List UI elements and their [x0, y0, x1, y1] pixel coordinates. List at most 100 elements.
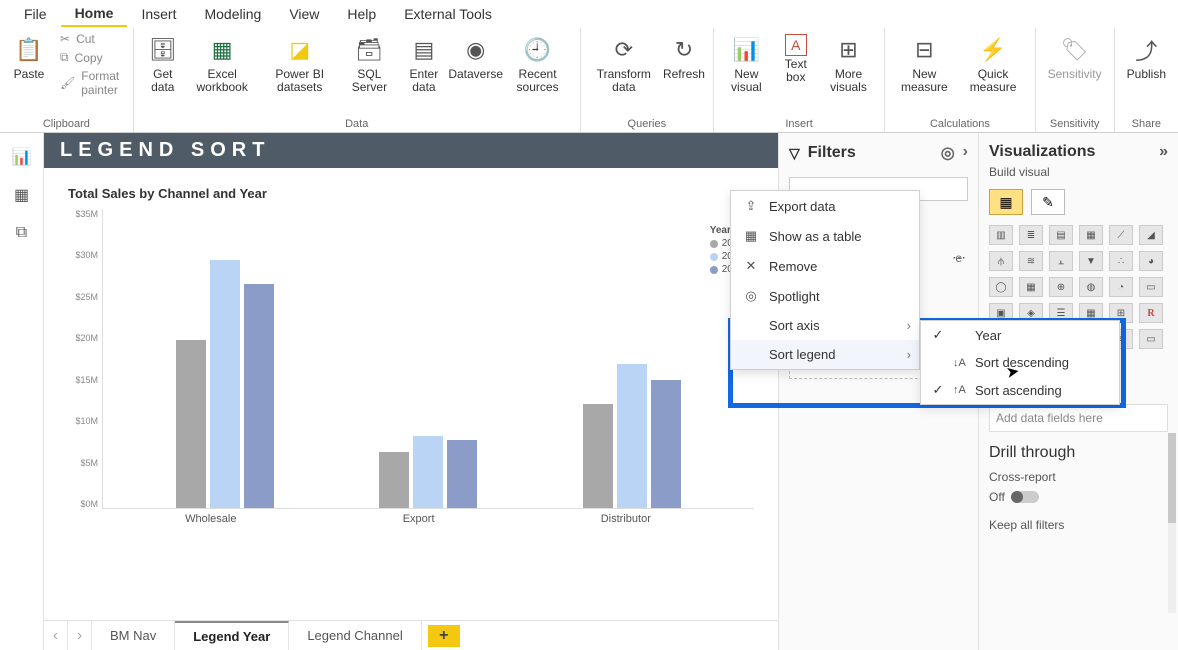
viz-r[interactable]: R: [1139, 303, 1163, 323]
bar[interactable]: [583, 404, 613, 508]
swatch-icon: [710, 240, 718, 248]
viz-clustered-col[interactable]: ▦: [1079, 225, 1103, 245]
viz-filled-map[interactable]: ◍: [1079, 277, 1103, 297]
format-visual-tab[interactable]: ✎: [1031, 189, 1065, 215]
transform-icon: ⟳: [608, 34, 640, 66]
more-visuals-button[interactable]: ⊞More visuals: [821, 32, 876, 96]
page-nav-next[interactable]: ›: [68, 621, 92, 650]
menu-home[interactable]: Home: [61, 1, 128, 27]
page-nav-prev[interactable]: ‹: [44, 621, 68, 650]
menu-remove[interactable]: ✕Remove: [731, 251, 919, 281]
viz-waterfall[interactable]: ⫠: [1049, 251, 1073, 271]
viz-donut[interactable]: ◯: [989, 277, 1013, 297]
brush-icon: 🖌: [60, 76, 75, 90]
expand-icon[interactable]: »: [1159, 143, 1168, 161]
visual-context-menu: ⇪ Export data ▦Show as a table ✕Remove ◎S…: [730, 190, 920, 370]
textbox-icon: A: [785, 34, 807, 56]
pbi-datasets-button[interactable]: ◪Power BI datasets: [261, 32, 339, 96]
report-view-icon[interactable]: 📊: [12, 147, 32, 167]
menu-sort-legend[interactable]: Sort legend: [731, 340, 919, 369]
text-box-button[interactable]: AText box: [775, 32, 817, 86]
add-page-button[interactable]: +: [428, 625, 460, 647]
publish-button[interactable]: ⤴Publish: [1123, 32, 1170, 83]
scrollbar-thumb[interactable]: [1168, 433, 1176, 523]
build-visual-tab[interactable]: ▦: [989, 189, 1023, 215]
clipboard-group-label: Clipboard: [8, 116, 125, 130]
paste-button[interactable]: 📋 Paste: [8, 32, 50, 83]
viz-clustered-bar[interactable]: ≣: [1019, 225, 1043, 245]
ribbon: 📋 Paste ✂Cut ⧉Copy 🖌Format painter Clipb…: [0, 28, 1178, 133]
menu-sort-axis[interactable]: Sort axis: [731, 311, 919, 340]
copy-button[interactable]: ⧉Copy: [60, 50, 125, 65]
y-tick: $10M: [68, 416, 98, 426]
scrollbar[interactable]: [1168, 433, 1176, 613]
menu-help[interactable]: Help: [333, 2, 390, 26]
viz-map[interactable]: ⊕: [1049, 277, 1073, 297]
dataverse-button[interactable]: ◉Dataverse: [452, 32, 500, 83]
bar[interactable]: [379, 452, 409, 508]
new-measure-button[interactable]: ⊟New measure: [893, 32, 955, 96]
submenu-sort-desc[interactable]: ↓ASort descending: [921, 349, 1119, 376]
cross-report-toggle[interactable]: Off: [989, 490, 1168, 504]
menu-label: Export data: [769, 199, 836, 214]
export-icon: ⇪: [743, 198, 759, 214]
viz-paginated[interactable]: ▭: [1139, 329, 1163, 349]
viz-card[interactable]: ▭: [1139, 277, 1163, 297]
build-visual-label: Build visual: [989, 165, 1168, 179]
collapse-icon[interactable]: ›: [963, 143, 968, 163]
menu-file[interactable]: File: [10, 2, 61, 26]
dataverse-icon: ◉: [460, 34, 492, 66]
viz-pie[interactable]: ◕: [1139, 251, 1163, 271]
recent-sources-button[interactable]: 🕘Recent sources: [503, 32, 571, 96]
bar[interactable]: [210, 260, 240, 508]
publish-icon: ⤴: [1130, 34, 1162, 66]
transform-data-button[interactable]: ⟳Transform data: [589, 32, 659, 96]
viz-gauge[interactable]: ◔: [1109, 277, 1133, 297]
data-view-icon[interactable]: ▦: [12, 185, 32, 205]
new-visual-button[interactable]: 📊New visual: [722, 32, 771, 96]
bar[interactable]: [617, 364, 647, 508]
sort-legend-submenu: ✓Year ↓ASort descending ✓↑ASort ascendin…: [920, 320, 1120, 405]
get-data-button[interactable]: 🗄Get data: [142, 32, 184, 96]
visual-options-button[interactable]: ⋯: [952, 249, 968, 266]
bar-chart[interactable]: $35M $30M $25M $20M $15M $10M $5M $0M Ye…: [68, 209, 754, 509]
refresh-button[interactable]: ↻Refresh: [663, 32, 705, 83]
viz-scatter[interactable]: ∴: [1109, 251, 1133, 271]
excel-button[interactable]: ▦Excel workbook: [188, 32, 257, 96]
sql-button[interactable]: 🗃SQL Server: [343, 32, 396, 96]
viz-funnel[interactable]: ▼: [1079, 251, 1103, 271]
sensitivity-button[interactable]: 🏷Sensitivity: [1044, 32, 1106, 83]
format-painter-button[interactable]: 🖌Format painter: [60, 69, 125, 97]
enter-data-button[interactable]: ▤Enter data: [400, 32, 448, 96]
bar[interactable]: [176, 340, 206, 508]
bar[interactable]: [244, 284, 274, 508]
menu-modeling[interactable]: Modeling: [190, 2, 275, 26]
menu-external-tools[interactable]: External Tools: [390, 2, 506, 26]
viz-stacked-col[interactable]: ▤: [1049, 225, 1073, 245]
quick-measure-button[interactable]: ⚡Quick measure: [959, 32, 1026, 96]
viz-stacked-bar[interactable]: ▥: [989, 225, 1013, 245]
viz-line[interactable]: ⟋: [1109, 225, 1133, 245]
eye-icon[interactable]: ◎: [941, 143, 955, 163]
page-tab-legend-channel[interactable]: Legend Channel: [289, 621, 421, 650]
bar[interactable]: [413, 436, 443, 508]
bar[interactable]: [447, 440, 477, 508]
viz-treemap[interactable]: ▦: [1019, 277, 1043, 297]
cut-button[interactable]: ✂Cut: [60, 32, 125, 46]
menu-insert[interactable]: Insert: [127, 2, 190, 26]
submenu-year[interactable]: ✓Year: [921, 321, 1119, 349]
model-view-icon[interactable]: ⧉: [12, 223, 32, 243]
paste-icon: 📋: [13, 34, 45, 66]
values-dropzone[interactable]: Add data fields here: [989, 404, 1168, 432]
viz-area[interactable]: ◢: [1139, 225, 1163, 245]
menu-view[interactable]: View: [275, 2, 333, 26]
page-tab-bm-nav[interactable]: BM Nav: [92, 621, 175, 650]
menu-show-as-table[interactable]: ▦Show as a table: [731, 221, 919, 251]
menu-spotlight[interactable]: ◎Spotlight: [731, 281, 919, 311]
viz-combo[interactable]: ⫛: [989, 251, 1013, 271]
viz-ribbon[interactable]: ≋: [1019, 251, 1043, 271]
bar[interactable]: [651, 380, 681, 508]
page-tab-legend-year[interactable]: Legend Year: [175, 621, 289, 650]
swatch-icon: [710, 253, 718, 261]
menu-export-data[interactable]: ⇪ Export data: [731, 191, 919, 221]
